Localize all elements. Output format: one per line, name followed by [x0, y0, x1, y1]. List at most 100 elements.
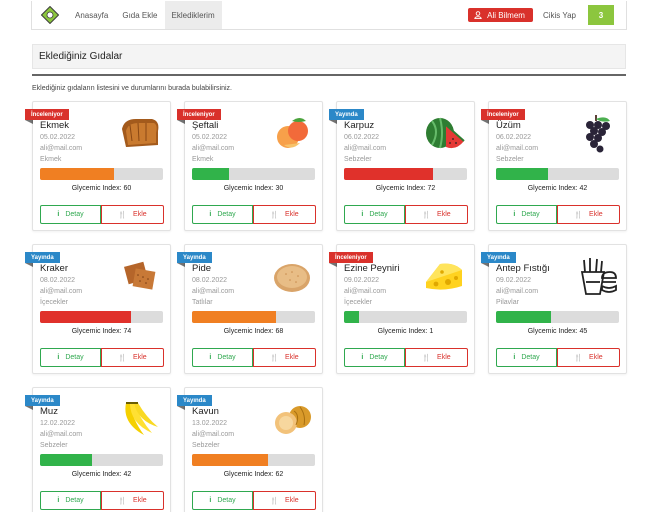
- page-title: Eklediğiniz Gıdalar: [32, 44, 626, 69]
- add-button[interactable]: 🍴 Ekle: [101, 491, 164, 510]
- glycemic-index-text: Glycemic Index: 60: [33, 185, 170, 192]
- glycemic-bar: [496, 168, 619, 180]
- food-email: ali@mail.com: [40, 431, 83, 438]
- watermelon-icon: [422, 111, 466, 155]
- glycemic-label: Glycemic Index:: [527, 328, 578, 335]
- info-icon: i: [361, 211, 364, 218]
- food-category: Ekmek: [192, 156, 214, 163]
- status-badge: Yayında: [329, 109, 364, 124]
- glycemic-bar: [192, 454, 315, 466]
- info-icon: i: [209, 354, 212, 361]
- detail-button[interactable]: i Detay: [40, 348, 101, 367]
- status-badge: İnceleniyor: [25, 109, 69, 124]
- add-label: Ekle: [437, 354, 451, 361]
- glycemic-index-text: Glycemic Index: 68: [185, 328, 322, 335]
- card-actions: i Detay 🍴 Ekle: [344, 205, 468, 224]
- card-actions: i Detay 🍴 Ekle: [40, 491, 164, 510]
- glycemic-index-text: Glycemic Index: 62: [185, 471, 322, 478]
- add-button[interactable]: 🍴 Ekle: [253, 348, 316, 367]
- nav-home[interactable]: Anasayfa: [68, 1, 115, 29]
- card-actions: i Detay 🍴 Ekle: [192, 348, 316, 367]
- glycemic-value: 74: [123, 328, 132, 335]
- add-label: Ekle: [133, 354, 147, 361]
- add-label: Ekle: [285, 211, 299, 218]
- logout-link[interactable]: Cikis Yap: [543, 1, 576, 29]
- title-divider: [32, 74, 626, 76]
- detail-label: Detay: [369, 354, 388, 361]
- food-email: ali@mail.com: [496, 145, 539, 152]
- brand-logo[interactable]: [32, 1, 68, 29]
- info-icon: i: [513, 354, 516, 361]
- user-icon: [474, 11, 482, 19]
- glycemic-bar-fill: [192, 454, 269, 466]
- user-button[interactable]: Ali Bilmem: [468, 8, 533, 22]
- food-name: Üzüm: [496, 120, 521, 131]
- detail-button[interactable]: i Detay: [496, 348, 557, 367]
- info-icon: i: [57, 497, 60, 504]
- food-email: ali@mail.com: [344, 145, 387, 152]
- status-badge: İnceleniyor: [481, 109, 525, 124]
- notification-badge[interactable]: 3: [588, 5, 614, 25]
- glycemic-label: Glycemic Index:: [223, 328, 274, 335]
- add-button[interactable]: 🍴 Ekle: [405, 348, 468, 367]
- add-button[interactable]: 🍴 Ekle: [557, 205, 620, 224]
- glycemic-label: Glycemic Index:: [527, 185, 578, 192]
- fast-food-icon: [574, 254, 618, 298]
- glycemic-bar: [496, 311, 619, 323]
- detail-label: Detay: [521, 211, 540, 218]
- add-button[interactable]: 🍴 Ekle: [101, 348, 164, 367]
- detail-button[interactable]: i Detay: [192, 205, 253, 224]
- food-date: 09.02.2022: [344, 277, 380, 284]
- detail-button[interactable]: i Detay: [40, 205, 101, 224]
- add-button[interactable]: 🍴 Ekle: [253, 205, 316, 224]
- food-card: İnceleniyor Ekmek 05.02.2022 ali@mail.co…: [25, 101, 171, 231]
- pide-bread-icon: [270, 254, 314, 298]
- detail-button[interactable]: i Detay: [192, 491, 253, 510]
- glycemic-bar: [40, 311, 163, 323]
- detail-button[interactable]: i Detay: [344, 348, 405, 367]
- detail-label: Detay: [217, 211, 236, 218]
- glycemic-bar: [344, 311, 467, 323]
- fork-knife-icon: 🍴: [270, 211, 280, 219]
- food-date: 13.02.2022: [192, 420, 228, 427]
- glycemic-bar: [192, 168, 315, 180]
- nav-my-additions[interactable]: Eklediklerim: [164, 1, 222, 29]
- food-category: Ekmek: [40, 156, 62, 163]
- food-email: ali@mail.com: [344, 288, 387, 295]
- food-category: İçecekler: [344, 299, 373, 306]
- food-date: 12.02.2022: [40, 420, 76, 427]
- add-label: Ekle: [285, 354, 299, 361]
- card-actions: i Detay 🍴 Ekle: [40, 205, 164, 224]
- food-category: Sebzeler: [40, 442, 68, 449]
- food-email: ali@mail.com: [40, 145, 83, 152]
- navbar: Anasayfa Gıda Ekle Eklediklerim Ali Bilm…: [31, 1, 627, 30]
- fork-knife-icon: 🍴: [118, 497, 128, 505]
- add-label: Ekle: [589, 211, 603, 218]
- fork-knife-icon: 🍴: [574, 354, 584, 362]
- card-actions: i Detay 🍴 Ekle: [344, 348, 468, 367]
- status-badge: İnceleniyor: [177, 109, 221, 124]
- food-date: 05.02.2022: [192, 134, 228, 141]
- add-button[interactable]: 🍴 Ekle: [405, 205, 468, 224]
- detail-button[interactable]: i Detay: [40, 491, 101, 510]
- page-subtitle: Eklediğiniz gıdaların listesini ve durum…: [32, 85, 232, 92]
- nav-add-food[interactable]: Gıda Ekle: [115, 1, 164, 29]
- add-button[interactable]: 🍴 Ekle: [101, 205, 164, 224]
- cracker-icon: [118, 254, 162, 298]
- detail-button[interactable]: i Detay: [192, 348, 253, 367]
- logo-icon: [41, 6, 59, 24]
- glycemic-value: 42: [123, 471, 132, 478]
- fork-knife-icon: 🍴: [422, 354, 432, 362]
- glycemic-bar-fill: [344, 311, 359, 323]
- detail-button[interactable]: i Detay: [496, 205, 557, 224]
- bread-icon: [118, 111, 162, 155]
- detail-button[interactable]: i Detay: [344, 205, 405, 224]
- add-button[interactable]: 🍴 Ekle: [253, 491, 316, 510]
- glycemic-value: 62: [275, 471, 284, 478]
- food-name: Antep Fıstığı: [496, 263, 550, 274]
- food-category: İçecekler: [40, 299, 69, 306]
- add-button[interactable]: 🍴 Ekle: [557, 348, 620, 367]
- glycemic-bar-fill: [40, 311, 132, 323]
- glycemic-index-text: Glycemic Index: 1: [337, 328, 474, 335]
